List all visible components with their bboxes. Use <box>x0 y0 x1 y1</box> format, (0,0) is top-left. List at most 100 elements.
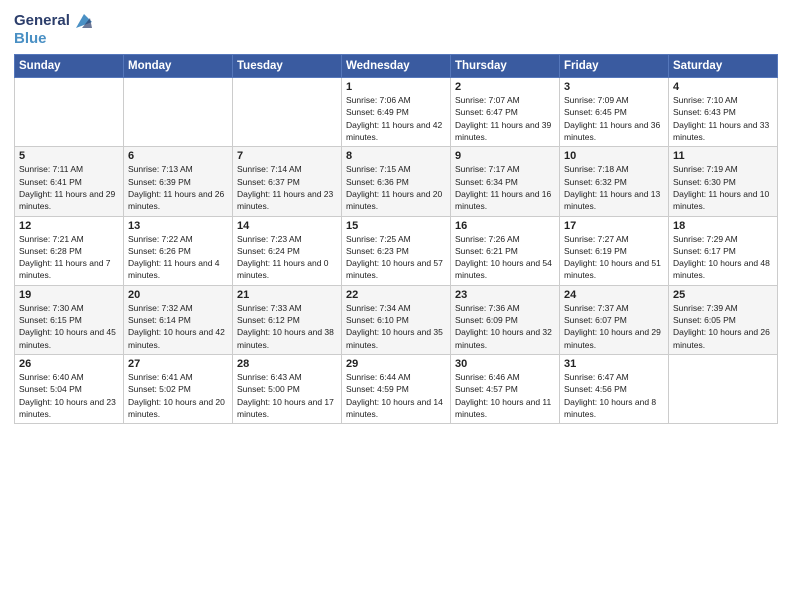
day-number: 18 <box>673 220 773 232</box>
calendar-week-1: 1Sunrise: 7:06 AM Sunset: 6:49 PM Daylig… <box>15 78 778 147</box>
calendar-cell: 18Sunrise: 7:29 AM Sunset: 6:17 PM Dayli… <box>669 216 778 285</box>
day-info: Sunrise: 7:30 AM Sunset: 6:15 PM Dayligh… <box>19 302 119 351</box>
day-number: 14 <box>237 220 337 232</box>
day-number: 22 <box>346 289 446 301</box>
day-info: Sunrise: 7:22 AM Sunset: 6:26 PM Dayligh… <box>128 233 228 282</box>
day-number: 30 <box>455 358 555 370</box>
day-header-monday: Monday <box>124 55 233 78</box>
day-info: Sunrise: 7:23 AM Sunset: 6:24 PM Dayligh… <box>237 233 337 282</box>
day-number: 3 <box>564 81 664 93</box>
day-info: Sunrise: 6:43 AM Sunset: 5:00 PM Dayligh… <box>237 371 337 420</box>
calendar-cell: 13Sunrise: 7:22 AM Sunset: 6:26 PM Dayli… <box>124 216 233 285</box>
day-info: Sunrise: 7:27 AM Sunset: 6:19 PM Dayligh… <box>564 233 664 282</box>
day-info: Sunrise: 7:14 AM Sunset: 6:37 PM Dayligh… <box>237 163 337 212</box>
day-info: Sunrise: 7:11 AM Sunset: 6:41 PM Dayligh… <box>19 163 119 212</box>
calendar-cell: 7Sunrise: 7:14 AM Sunset: 6:37 PM Daylig… <box>233 147 342 216</box>
day-info: Sunrise: 6:47 AM Sunset: 4:56 PM Dayligh… <box>564 371 664 420</box>
calendar-week-4: 19Sunrise: 7:30 AM Sunset: 6:15 PM Dayli… <box>15 285 778 354</box>
calendar-header-row: SundayMondayTuesdayWednesdayThursdayFrid… <box>15 55 778 78</box>
calendar-cell: 23Sunrise: 7:36 AM Sunset: 6:09 PM Dayli… <box>451 285 560 354</box>
day-header-thursday: Thursday <box>451 55 560 78</box>
calendar-cell: 15Sunrise: 7:25 AM Sunset: 6:23 PM Dayli… <box>342 216 451 285</box>
calendar-cell: 5Sunrise: 7:11 AM Sunset: 6:41 PM Daylig… <box>15 147 124 216</box>
day-info: Sunrise: 7:15 AM Sunset: 6:36 PM Dayligh… <box>346 163 446 212</box>
day-number: 23 <box>455 289 555 301</box>
day-number: 10 <box>564 150 664 162</box>
day-number: 15 <box>346 220 446 232</box>
calendar-cell: 6Sunrise: 7:13 AM Sunset: 6:39 PM Daylig… <box>124 147 233 216</box>
day-info: Sunrise: 7:39 AM Sunset: 6:05 PM Dayligh… <box>673 302 773 351</box>
calendar-cell <box>233 78 342 147</box>
calendar-week-3: 12Sunrise: 7:21 AM Sunset: 6:28 PM Dayli… <box>15 216 778 285</box>
day-header-sunday: Sunday <box>15 55 124 78</box>
day-info: Sunrise: 7:19 AM Sunset: 6:30 PM Dayligh… <box>673 163 773 212</box>
day-number: 26 <box>19 358 119 370</box>
day-number: 1 <box>346 81 446 93</box>
calendar-cell: 12Sunrise: 7:21 AM Sunset: 6:28 PM Dayli… <box>15 216 124 285</box>
calendar-cell: 25Sunrise: 7:39 AM Sunset: 6:05 PM Dayli… <box>669 285 778 354</box>
calendar-cell: 4Sunrise: 7:10 AM Sunset: 6:43 PM Daylig… <box>669 78 778 147</box>
day-header-saturday: Saturday <box>669 55 778 78</box>
day-number: 31 <box>564 358 664 370</box>
day-info: Sunrise: 6:46 AM Sunset: 4:57 PM Dayligh… <box>455 371 555 420</box>
calendar-week-5: 26Sunrise: 6:40 AM Sunset: 5:04 PM Dayli… <box>15 355 778 424</box>
day-info: Sunrise: 7:21 AM Sunset: 6:28 PM Dayligh… <box>19 233 119 282</box>
calendar-cell: 26Sunrise: 6:40 AM Sunset: 5:04 PM Dayli… <box>15 355 124 424</box>
day-number: 19 <box>19 289 119 301</box>
calendar-cell: 14Sunrise: 7:23 AM Sunset: 6:24 PM Dayli… <box>233 216 342 285</box>
calendar-cell: 1Sunrise: 7:06 AM Sunset: 6:49 PM Daylig… <box>342 78 451 147</box>
day-number: 6 <box>128 150 228 162</box>
logo-icon <box>72 10 94 32</box>
day-number: 29 <box>346 358 446 370</box>
calendar-cell: 11Sunrise: 7:19 AM Sunset: 6:30 PM Dayli… <box>669 147 778 216</box>
calendar-cell: 8Sunrise: 7:15 AM Sunset: 6:36 PM Daylig… <box>342 147 451 216</box>
calendar-cell: 30Sunrise: 6:46 AM Sunset: 4:57 PM Dayli… <box>451 355 560 424</box>
day-number: 2 <box>455 81 555 93</box>
day-info: Sunrise: 6:41 AM Sunset: 5:02 PM Dayligh… <box>128 371 228 420</box>
day-number: 7 <box>237 150 337 162</box>
day-number: 17 <box>564 220 664 232</box>
day-info: Sunrise: 7:17 AM Sunset: 6:34 PM Dayligh… <box>455 163 555 212</box>
calendar: SundayMondayTuesdayWednesdayThursdayFrid… <box>14 54 778 424</box>
calendar-cell: 20Sunrise: 7:32 AM Sunset: 6:14 PM Dayli… <box>124 285 233 354</box>
day-header-friday: Friday <box>560 55 669 78</box>
day-info: Sunrise: 7:07 AM Sunset: 6:47 PM Dayligh… <box>455 94 555 143</box>
day-info: Sunrise: 6:44 AM Sunset: 4:59 PM Dayligh… <box>346 371 446 420</box>
calendar-cell: 27Sunrise: 6:41 AM Sunset: 5:02 PM Dayli… <box>124 355 233 424</box>
calendar-cell: 17Sunrise: 7:27 AM Sunset: 6:19 PM Dayli… <box>560 216 669 285</box>
calendar-cell <box>124 78 233 147</box>
logo: General Blue <box>14 10 94 48</box>
day-number: 25 <box>673 289 773 301</box>
day-number: 27 <box>128 358 228 370</box>
calendar-cell: 24Sunrise: 7:37 AM Sunset: 6:07 PM Dayli… <box>560 285 669 354</box>
day-number: 8 <box>346 150 446 162</box>
page: General Blue SundayMondayTuesdayWednesda… <box>0 0 792 612</box>
day-number: 24 <box>564 289 664 301</box>
calendar-cell <box>669 355 778 424</box>
day-info: Sunrise: 7:33 AM Sunset: 6:12 PM Dayligh… <box>237 302 337 351</box>
day-info: Sunrise: 7:37 AM Sunset: 6:07 PM Dayligh… <box>564 302 664 351</box>
day-info: Sunrise: 7:06 AM Sunset: 6:49 PM Dayligh… <box>346 94 446 143</box>
day-info: Sunrise: 7:18 AM Sunset: 6:32 PM Dayligh… <box>564 163 664 212</box>
day-number: 21 <box>237 289 337 301</box>
calendar-cell: 3Sunrise: 7:09 AM Sunset: 6:45 PM Daylig… <box>560 78 669 147</box>
day-info: Sunrise: 7:34 AM Sunset: 6:10 PM Dayligh… <box>346 302 446 351</box>
calendar-cell: 28Sunrise: 6:43 AM Sunset: 5:00 PM Dayli… <box>233 355 342 424</box>
calendar-cell: 9Sunrise: 7:17 AM Sunset: 6:34 PM Daylig… <box>451 147 560 216</box>
logo-blue: Blue <box>14 30 47 48</box>
day-number: 13 <box>128 220 228 232</box>
day-info: Sunrise: 6:40 AM Sunset: 5:04 PM Dayligh… <box>19 371 119 420</box>
day-info: Sunrise: 7:25 AM Sunset: 6:23 PM Dayligh… <box>346 233 446 282</box>
day-number: 11 <box>673 150 773 162</box>
day-header-tuesday: Tuesday <box>233 55 342 78</box>
logo-text: General <box>14 12 70 30</box>
day-number: 5 <box>19 150 119 162</box>
day-number: 20 <box>128 289 228 301</box>
calendar-cell: 31Sunrise: 6:47 AM Sunset: 4:56 PM Dayli… <box>560 355 669 424</box>
day-number: 28 <box>237 358 337 370</box>
calendar-cell <box>15 78 124 147</box>
calendar-cell: 22Sunrise: 7:34 AM Sunset: 6:10 PM Dayli… <box>342 285 451 354</box>
header: General Blue <box>14 10 778 48</box>
calendar-cell: 16Sunrise: 7:26 AM Sunset: 6:21 PM Dayli… <box>451 216 560 285</box>
day-info: Sunrise: 7:26 AM Sunset: 6:21 PM Dayligh… <box>455 233 555 282</box>
